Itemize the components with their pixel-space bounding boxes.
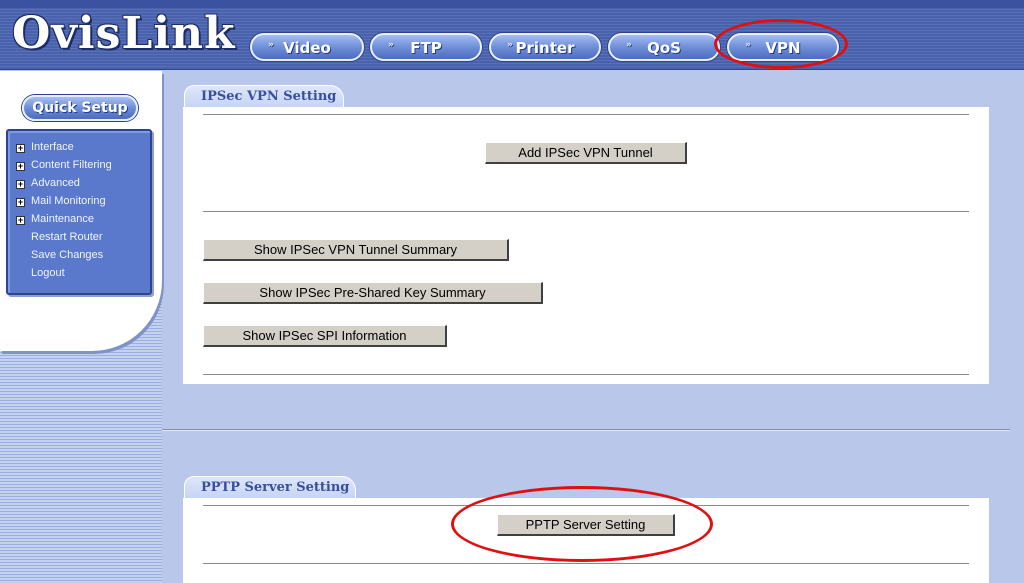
divider: [203, 374, 969, 376]
sidebar-item-label: Restart Router: [31, 231, 103, 243]
sidebar-menu: + Interface + Content Filtering + Advanced …: [6, 129, 152, 295]
expand-plus-icon[interactable]: +: [16, 198, 25, 207]
show-ipsec-psk-summary-button[interactable]: Show IPSec Pre-Shared Key Summary: [203, 282, 543, 304]
tab-label: QoS: [647, 39, 681, 57]
tab-label: FTP: [410, 39, 442, 57]
sidebar-item-label: Maintenance: [31, 213, 94, 225]
ovislink-logo: OvisLink: [12, 8, 236, 59]
tab-printer[interactable]: » Printer: [489, 33, 601, 61]
header-top-band: [0, 0, 1024, 8]
sidebar-item-label: Interface: [31, 141, 74, 153]
left-sidebar: Quick Setup + Interface + Content Filterin…: [0, 71, 162, 583]
sidebar-item-logout[interactable]: Logout: [16, 265, 65, 281]
sidebar-item-content-filtering[interactable]: + Content Filtering: [16, 157, 112, 173]
section-separator: [162, 429, 1010, 431]
divider: [203, 211, 969, 213]
expand-plus-icon[interactable]: +: [16, 180, 25, 189]
sidebar-panel: Quick Setup + Interface + Content Filterin…: [0, 71, 162, 351]
top-navigation-bar: OvisLink » Video » FTP » Printer » QoS »…: [0, 0, 1024, 70]
sidebar-item-advanced[interactable]: + Advanced: [16, 175, 80, 191]
tab-label: Video: [283, 39, 331, 57]
tab-video[interactable]: » Video: [250, 33, 364, 61]
tab-label: VPN: [765, 39, 801, 57]
pptp-panel: PPTP Server Setting: [183, 498, 989, 583]
ipsec-panel: Add IPSec VPN Tunnel Show IPSec VPN Tunn…: [183, 107, 989, 384]
sidebar-item-interface[interactable]: + Interface: [16, 139, 74, 155]
sidebar-item-label: Advanced: [31, 177, 80, 189]
pptp-server-setting-button[interactable]: PPTP Server Setting: [497, 514, 675, 536]
sidebar-item-label: Mail Monitoring: [31, 195, 106, 207]
divider: [203, 505, 969, 507]
tab-qos[interactable]: » QoS: [608, 33, 720, 61]
tab-vpn[interactable]: » VPN: [727, 33, 839, 61]
quick-setup-button[interactable]: Quick Setup: [22, 95, 138, 121]
show-ipsec-spi-info-button[interactable]: Show IPSec SPI Information: [203, 325, 447, 347]
expand-plus-icon[interactable]: +: [16, 144, 25, 153]
expand-plus-icon[interactable]: +: [16, 216, 25, 225]
add-ipsec-vpn-tunnel-button[interactable]: Add IPSec VPN Tunnel: [485, 142, 687, 164]
sidebar-item-maintenance[interactable]: + Maintenance: [16, 211, 94, 227]
sidebar-item-label: Content Filtering: [31, 159, 112, 171]
sidebar-item-save-changes[interactable]: Save Changes: [16, 247, 103, 263]
sidebar-item-restart-router[interactable]: Restart Router: [16, 229, 103, 245]
divider: [203, 563, 969, 565]
show-ipsec-tunnel-summary-button[interactable]: Show IPSec VPN Tunnel Summary: [203, 239, 509, 261]
divider: [203, 114, 969, 116]
pptp-section-tab: PPTP Server Setting: [184, 476, 356, 498]
sidebar-item-mail-monitoring[interactable]: + Mail Monitoring: [16, 193, 106, 209]
tab-label: Printer: [515, 39, 575, 57]
sidebar-item-label: Logout: [31, 267, 65, 279]
sidebar-item-label: Save Changes: [31, 249, 104, 261]
tab-ftp[interactable]: » FTP: [370, 33, 482, 61]
expand-plus-icon[interactable]: +: [16, 162, 25, 171]
ipsec-section-tab: IPSec VPN Setting: [184, 85, 344, 107]
